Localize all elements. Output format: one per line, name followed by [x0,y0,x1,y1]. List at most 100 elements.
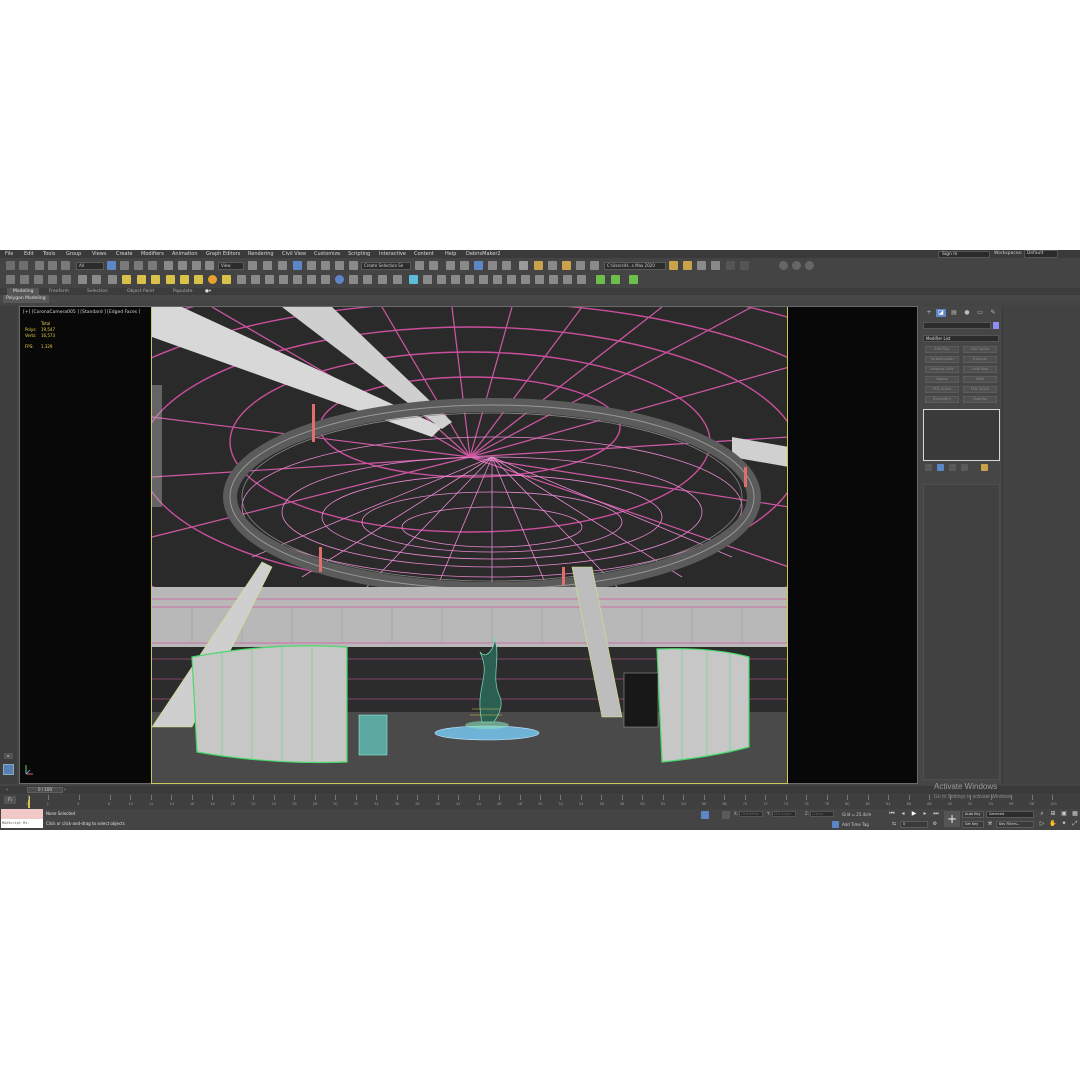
particles-icon[interactable] [321,275,330,284]
cylinder-primitive-icon[interactable] [166,275,175,284]
corona-sky-icon[interactable] [479,275,488,284]
select-manipulate-icon[interactable] [263,261,272,270]
remove-modifier-icon[interactable] [961,464,968,471]
go-to-end-icon[interactable]: ⏭ [932,810,940,818]
track-bar[interactable]: F\ 0 2 5 8 10 12 14 16 18 20 22 24 26 28 30 32 34 36 38 40 4… [0,795,1080,809]
menu-group[interactable]: Group [66,250,81,258]
corona-interactive-icon[interactable] [792,261,801,270]
project-folder-dropdown[interactable]: C:\Users\H...s Max 2020 [604,262,666,270]
y-field[interactable]: 351.444m [771,811,796,817]
move-icon[interactable] [164,261,173,270]
next-frame-icon[interactable]: ▸ [921,810,929,818]
teapot-icon[interactable] [6,275,15,284]
sun-light-icon[interactable] [208,275,217,284]
corona-light-icon[interactable] [409,275,418,284]
keyboard-shortcut-override-icon[interactable] [278,261,287,270]
z-coordinate[interactable]: Z: 0.0cm [805,811,835,817]
maxscript-listener[interactable]: MAXScript Mi: [1,809,43,829]
corona-scatter-icon[interactable] [451,275,460,284]
menu-file[interactable]: File [5,250,13,258]
current-frame-field[interactable]: 0 [900,821,928,828]
maxscript-output[interactable] [1,809,43,819]
corona-framebuffer-icon[interactable] [805,261,814,270]
bind-space-warp-icon[interactable] [61,261,70,270]
select-object-icon[interactable] [107,261,116,270]
select-by-name-icon[interactable] [120,261,129,270]
corona-render-icon[interactable] [779,261,788,270]
trash-icon[interactable] [78,275,87,284]
globe-icon[interactable] [335,275,344,284]
time-tag-icon[interactable] [832,821,839,828]
percent-snap-icon[interactable] [321,261,330,270]
cube-icon[interactable] [108,275,117,284]
save-as-icon[interactable] [711,261,720,270]
set-key-button[interactable]: Set Key [962,821,984,828]
expand-arrow-icon[interactable]: ▸ [4,753,13,759]
modify-tab-icon[interactable]: ◪ [936,309,946,317]
curve-editor-icon[interactable] [488,261,497,270]
render-iterative-icon[interactable] [726,261,735,270]
tab-freeform[interactable]: Freeform [49,288,69,295]
menu-interactive[interactable]: Interactive [379,250,406,258]
tab-modeling[interactable]: Modeling [7,288,40,295]
viewport-label[interactable]: [+] [CoronaCamera005 ] [Standard ] [Edge… [23,310,140,315]
scene-explorer-icon[interactable] [446,261,455,270]
edit-spline-button[interactable]: Edit Spline [963,346,997,353]
object-name-field[interactable] [923,322,991,329]
menu-scripting[interactable]: Scripting [348,250,370,258]
shell-button[interactable]: Shell [963,376,997,383]
set-key-big-icon[interactable]: + [944,811,960,827]
x-coordinate[interactable]: X: 306.669m [734,811,764,817]
display-tab-icon[interactable]: ▭ [975,309,985,317]
display-icon[interactable] [62,275,71,284]
menu-modifiers[interactable]: Modifiers [141,250,164,258]
ffd-4x4x4-button[interactable]: FFD 4x4x4 [925,386,959,393]
undo-icon[interactable] [6,261,15,270]
scene-render[interactable] [151,307,788,784]
add-time-tag[interactable]: Add Time Tag [842,822,869,827]
rendered-frame-window-icon[interactable] [548,261,557,270]
pan-view-icon[interactable]: ✋ [1049,820,1057,828]
modifier-stack[interactable] [923,409,1000,461]
window-crossing-icon[interactable] [148,261,157,270]
material-editor-icon[interactable] [519,261,528,270]
corona-sun-icon[interactable] [465,275,474,284]
ribbon-toggle-icon[interactable] [474,261,483,270]
corona-camera-icon[interactable] [423,275,432,284]
pivot-center-icon[interactable] [248,261,257,270]
open-folder-icon[interactable] [669,261,678,270]
shapes-icon[interactable] [20,275,29,284]
time-slider-prev-icon[interactable]: ‹ [6,787,14,793]
turbosmooth-button[interactable]: TurboSmooth [925,356,959,363]
edit-named-selection-icon[interactable] [349,261,358,270]
selection-filter-dropdown[interactable]: All [76,262,104,270]
corona-slicer-icon[interactable] [521,275,530,284]
modifier-list-dropdown[interactable]: Modifier List [923,335,999,342]
workspace-value[interactable]: Default [1023,250,1059,258]
space-warps-icon[interactable] [251,275,260,284]
array-icon[interactable] [349,275,358,284]
tab-object-paint[interactable]: Object Paint [127,288,154,295]
ffd-3x3x3-button[interactable]: FFD 3x3x3 [963,386,997,393]
snapshot-icon[interactable] [363,275,372,284]
sphere-primitive-icon[interactable] [151,275,160,284]
mirror-icon[interactable] [415,261,424,270]
previous-frame-icon[interactable]: ◂ [899,810,907,818]
menu-edit[interactable]: Edit [24,250,34,258]
grid-icon[interactable] [34,275,43,284]
place-icon[interactable] [205,261,214,270]
menu-customize[interactable]: Customize [314,250,340,258]
paint-icon[interactable] [279,275,288,284]
green-bulb-icon[interactable] [611,275,620,284]
set-project-folder-icon[interactable] [683,261,692,270]
viewport-layout-icon[interactable] [3,764,14,775]
menu-civil-view[interactable]: Civil View [282,250,306,258]
corona-converter-icon[interactable] [549,275,558,284]
angle-snap-icon[interactable] [307,261,316,270]
key-selection-dropdown[interactable]: Selected [986,811,1034,818]
tab-populate[interactable]: Populate [173,288,193,295]
workspaces-selector[interactable]: Workspaces: Default [994,250,1059,258]
systems-icon[interactable] [265,275,274,284]
corona-pattern-icon[interactable] [535,275,544,284]
list-icon[interactable] [48,275,57,284]
